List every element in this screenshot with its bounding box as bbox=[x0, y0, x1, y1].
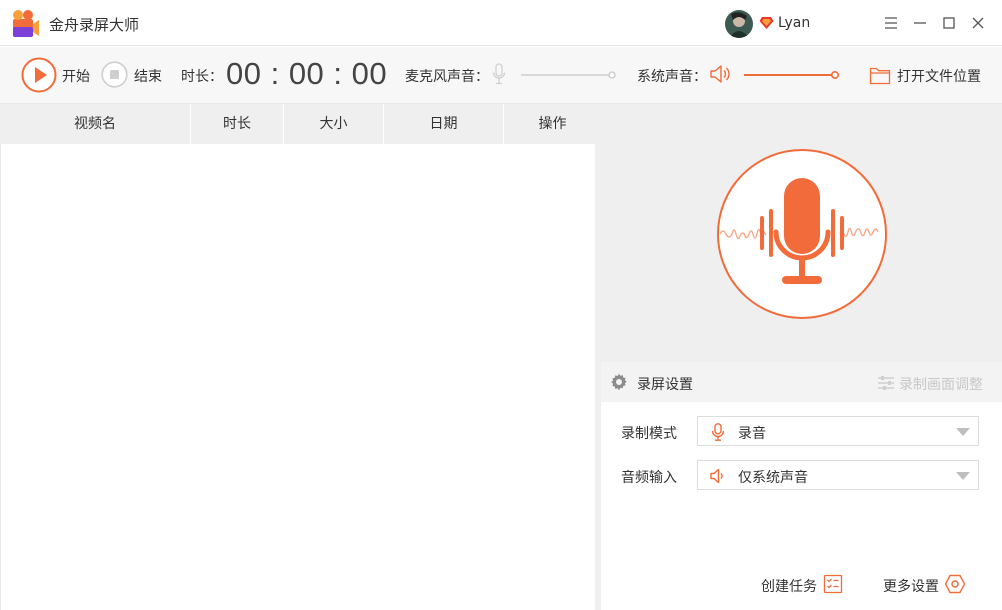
system-volume-label: 系统声音： bbox=[637, 69, 707, 85]
title-bar bbox=[0, 0, 1002, 46]
audio-recording-microphone-icon bbox=[716, 148, 888, 320]
maximize-icon[interactable] bbox=[940, 14, 958, 32]
chevron-down-icon bbox=[956, 428, 970, 436]
microphone-icon[interactable] bbox=[491, 63, 507, 85]
record-mode-label: 录制模式 bbox=[621, 426, 677, 442]
mic-volume-label: 麦克风声音： bbox=[405, 69, 489, 85]
duration-timer: 00 : 00 : 00 bbox=[226, 56, 388, 91]
app-title: 金舟录屏大师 bbox=[49, 16, 140, 34]
mic-volume-knob bbox=[608, 71, 616, 79]
folder-icon bbox=[869, 65, 891, 85]
file-table-header: 视频名 时长 大小 日期 操作 bbox=[0, 104, 601, 144]
avatar[interactable] bbox=[725, 10, 753, 38]
speaker-icon bbox=[710, 467, 726, 485]
more-settings-button[interactable]: 更多设置 bbox=[883, 573, 967, 597]
column-header-name[interactable]: 视频名 bbox=[0, 104, 191, 144]
audio-input-label: 音频输入 bbox=[621, 470, 677, 486]
minimize-icon[interactable] bbox=[911, 14, 929, 32]
start-record-button[interactable] bbox=[21, 57, 57, 93]
open-folder-label[interactable]: 打开文件位置 bbox=[897, 66, 981, 86]
column-header-date[interactable]: 日期 bbox=[384, 104, 504, 144]
username[interactable]: Lyan bbox=[778, 15, 810, 31]
chevron-down-icon bbox=[956, 472, 970, 480]
mic-volume-slider[interactable] bbox=[521, 70, 616, 80]
vip-diamond-icon bbox=[759, 16, 774, 30]
menu-icon[interactable] bbox=[882, 14, 900, 32]
audio-input-select[interactable]: 仅系统声音 bbox=[697, 460, 979, 490]
record-area-adjust-label[interactable]: 录制画面调整 bbox=[899, 374, 983, 394]
file-list[interactable] bbox=[0, 144, 595, 610]
audio-input-value: 仅系统声音 bbox=[738, 470, 808, 486]
column-header-size[interactable]: 大小 bbox=[284, 104, 384, 144]
microphone-icon bbox=[710, 423, 726, 441]
stop-label[interactable]: 结束 bbox=[134, 66, 162, 86]
app-logo-icon bbox=[10, 9, 40, 39]
record-area-adjust-button[interactable]: 录制画面调整 bbox=[877, 374, 987, 394]
hexagon-settings-icon bbox=[945, 574, 965, 594]
task-list-icon bbox=[823, 574, 843, 594]
speaker-icon[interactable] bbox=[709, 63, 733, 85]
gear-icon bbox=[610, 373, 628, 391]
column-header-duration[interactable]: 时长 bbox=[191, 104, 284, 144]
stop-record-button[interactable] bbox=[101, 61, 128, 88]
record-mode-select[interactable]: 录音 bbox=[697, 416, 979, 446]
system-volume-slider[interactable] bbox=[744, 69, 839, 81]
start-label[interactable]: 开始 bbox=[62, 66, 90, 86]
open-folder-button[interactable]: 打开文件位置 bbox=[869, 63, 989, 87]
record-mode-value: 录音 bbox=[738, 426, 766, 442]
create-task-button[interactable]: 创建任务 bbox=[761, 573, 845, 597]
more-settings-label[interactable]: 更多设置 bbox=[883, 576, 939, 596]
record-settings-title: 录屏设置 bbox=[637, 377, 693, 393]
system-volume-knob bbox=[831, 71, 839, 79]
create-task-label[interactable]: 创建任务 bbox=[761, 576, 817, 596]
sliders-icon bbox=[877, 374, 895, 392]
close-icon[interactable] bbox=[969, 14, 987, 32]
column-header-action[interactable]: 操作 bbox=[504, 104, 601, 144]
duration-label: 时长： bbox=[181, 69, 223, 85]
